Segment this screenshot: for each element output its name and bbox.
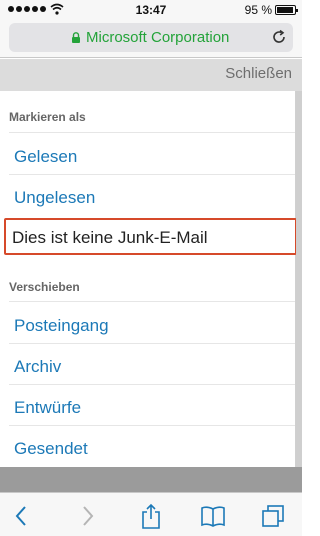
menu-item-posteingang[interactable]: Posteingang bbox=[14, 316, 109, 336]
menu-item-archiv[interactable]: Archiv bbox=[14, 357, 61, 377]
menu-item-not-junk[interactable]: Dies ist keine Junk-E-Mail bbox=[4, 218, 297, 255]
tabs-icon bbox=[262, 505, 284, 527]
bookmarks-icon bbox=[201, 506, 225, 527]
bookmarks-button[interactable] bbox=[200, 503, 226, 529]
address-bar[interactable]: Microsoft Corporation bbox=[9, 23, 293, 52]
browser-toolbar bbox=[0, 492, 302, 536]
lock-icon bbox=[72, 32, 80, 43]
share-icon bbox=[142, 503, 160, 529]
sheet-edge bbox=[296, 91, 302, 467]
divider bbox=[9, 132, 295, 133]
divider bbox=[9, 384, 295, 385]
tabs-button[interactable] bbox=[260, 503, 286, 529]
site-title: Microsoft Corporation bbox=[86, 29, 230, 46]
divider bbox=[9, 174, 295, 175]
battery-percentage: 95 % bbox=[244, 3, 272, 17]
battery-icon bbox=[275, 5, 298, 15]
menu-item-ungelesen[interactable]: Ungelesen bbox=[14, 188, 95, 208]
divider bbox=[9, 301, 295, 302]
close-button[interactable]: Schließen bbox=[225, 65, 292, 82]
action-sheet: Markieren als Gelesen Ungelesen Dies ist… bbox=[0, 91, 297, 467]
reload-icon[interactable] bbox=[271, 29, 287, 45]
menu-item-gesendet[interactable]: Gesendet bbox=[14, 439, 88, 459]
browser-navbar: Microsoft Corporation bbox=[0, 20, 302, 58]
forward-icon bbox=[83, 506, 94, 526]
status-bar: 13:47 95 % bbox=[0, 0, 302, 20]
divider bbox=[9, 425, 295, 426]
menu-item-entwuerfe[interactable]: Entwürfe bbox=[14, 398, 81, 418]
back-button[interactable] bbox=[8, 503, 34, 529]
share-button[interactable] bbox=[138, 503, 164, 529]
menu-item-gelesen[interactable]: Gelesen bbox=[14, 147, 77, 167]
section-header-mark-as: Markieren als bbox=[9, 110, 86, 124]
back-icon bbox=[15, 506, 26, 526]
section-header-move: Verschieben bbox=[9, 280, 80, 294]
menu-item-not-junk-label: Dies ist keine Junk-E-Mail bbox=[12, 228, 208, 247]
forward-button[interactable] bbox=[75, 503, 101, 529]
divider bbox=[9, 343, 295, 344]
dimmed-background bbox=[0, 467, 302, 492]
